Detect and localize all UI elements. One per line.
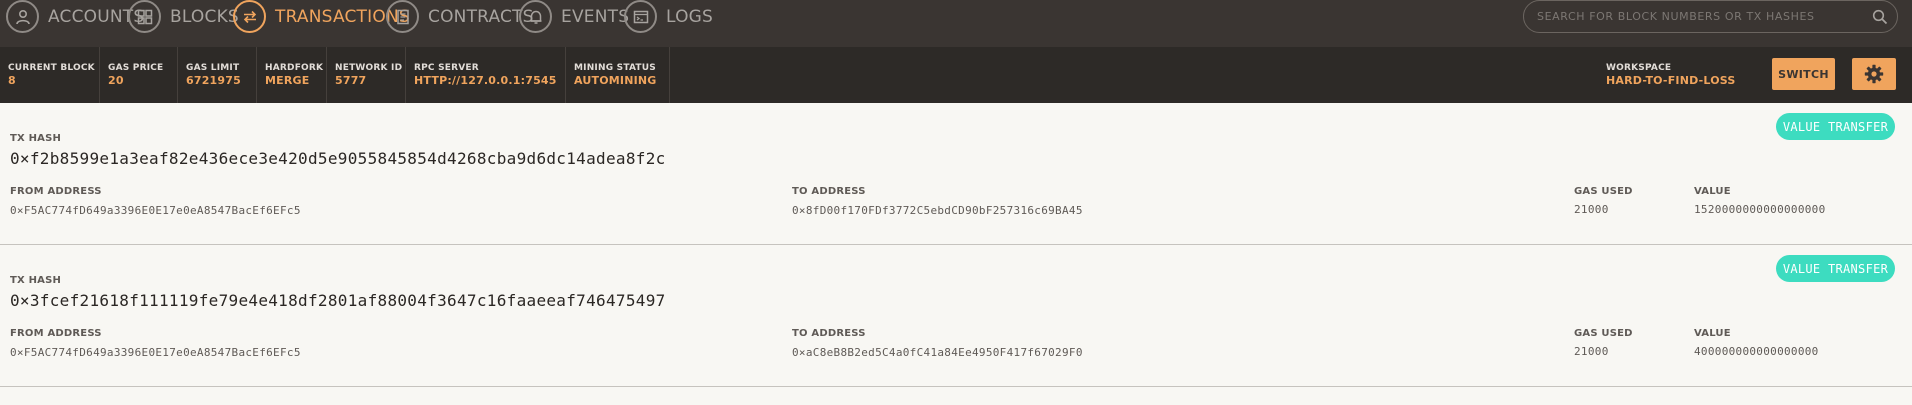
hardfork-label: HARDFORK [265,63,324,73]
gas-limit-label: GAS LIMIT [186,63,240,73]
gas-used-label: GAS USED [1574,186,1633,197]
transaction-row[interactable]: TX HASH 0×f2b8599e1a3eaf82e436ece3e420d5… [0,103,1912,245]
nav-blocks[interactable]: BLOCKS [128,0,239,33]
value-label: VALUE [1694,328,1731,339]
to-address: 0×aC8eB8B2ed5C4a0fC41a84Ee4950F417f67029… [792,346,1083,359]
mining-status-label: MINING STATUS [574,63,656,73]
logs-icon [624,0,657,33]
contracts-icon [386,0,419,33]
hardfork-value: MERGE [265,74,310,87]
rpc-server-value: HTTP://127.0.0.1:7545 [414,74,557,87]
gear-icon [1864,64,1884,84]
search-bar [1523,0,1898,33]
settings-button[interactable] [1852,58,1896,90]
nav-events-label: EVENTS [561,6,630,27]
tx-value: 1520000000000000000 [1694,203,1826,216]
from-address: 0×F5AC774fD649a3396E0E17e0eA8547BacEf6EF… [10,204,301,217]
top-nav: ACCOUNTS BLOCKS TRANSACTIONS CONTRACTS E… [0,0,1912,47]
blocks-icon [128,0,161,33]
gas-limit-stat: GAS LIMIT 6721975 [178,47,257,103]
nav-contracts[interactable]: CONTRACTS [386,0,534,33]
rpc-server-stat: RPC SERVER HTTP://127.0.0.1:7545 [406,47,566,103]
tx-type-badge: VALUE TRANSFER [1776,113,1895,140]
tx-hash: 0×f2b8599e1a3eaf82e436ece3e420d5e9055845… [10,149,666,168]
gas-used: 21000 [1574,203,1609,216]
tx-hash-label: TX HASH [10,275,62,286]
from-address-label: FROM ADDRESS [10,186,102,197]
nav-accounts[interactable]: ACCOUNTS [6,0,144,33]
mining-status-stat: MINING STATUS AUTOMINING [566,47,670,103]
network-id-label: NETWORK ID [335,63,403,73]
transactions-icon [233,0,266,33]
from-address: 0×F5AC774fD649a3396E0E17e0eA8547BacEf6EF… [10,346,301,359]
current-block-label: CURRENT BLOCK [8,63,95,73]
workspace-stat: WORKSPACE HARD-TO-FIND-LOSS [1598,47,1748,103]
value-label: VALUE [1694,186,1731,197]
nav-blocks-label: BLOCKS [170,6,239,27]
to-address-label: TO ADDRESS [792,186,866,197]
hardfork-stat: HARDFORK MERGE [257,47,327,103]
transaction-row[interactable]: TX HASH 0×3fcef21618f111119fe79e4e418df2… [0,245,1912,387]
workspace-label: WORKSPACE [1606,63,1672,73]
mining-status-value: AUTOMINING [574,74,657,87]
current-block-stat: CURRENT BLOCK 8 [0,47,100,103]
rpc-server-label: RPC SERVER [414,63,479,73]
to-address-label: TO ADDRESS [792,328,866,339]
current-block-value: 8 [8,74,16,87]
nav-logs[interactable]: LOGS [624,0,713,33]
tx-value: 400000000000000000 [1694,345,1819,358]
nav-contracts-label: CONTRACTS [428,6,534,27]
tx-hash-label: TX HASH [10,133,62,144]
gas-price-stat: GAS PRICE 20 [100,47,178,103]
switch-button[interactable]: SWITCH [1772,58,1835,90]
status-bar: CURRENT BLOCK 8 GAS PRICE 20 GAS LIMIT 6… [0,47,1912,103]
gas-limit-value: 6721975 [186,74,241,87]
tx-hash: 0×3fcef21618f111119fe79e4e418df2801af880… [10,291,666,310]
gas-price-value: 20 [108,74,124,87]
workspace-value: HARD-TO-FIND-LOSS [1606,74,1736,87]
to-address: 0×8fD00f170FDf3772C5ebdCD90bF257316c69BA… [792,204,1083,217]
events-icon [519,0,552,33]
gas-used-label: GAS USED [1574,328,1633,339]
search-icon[interactable] [1863,9,1897,25]
gas-price-label: GAS PRICE [108,63,164,73]
accounts-icon [6,0,39,33]
network-id-value: 5777 [335,74,367,87]
nav-logs-label: LOGS [666,6,714,27]
gas-used: 21000 [1574,345,1609,358]
network-id-stat: NETWORK ID 5777 [327,47,406,103]
nav-events[interactable]: EVENTS [519,0,629,33]
search-input[interactable] [1535,9,1863,24]
tx-type-badge: VALUE TRANSFER [1776,255,1895,282]
from-address-label: FROM ADDRESS [10,328,102,339]
nav-transactions[interactable]: TRANSACTIONS [233,0,410,33]
